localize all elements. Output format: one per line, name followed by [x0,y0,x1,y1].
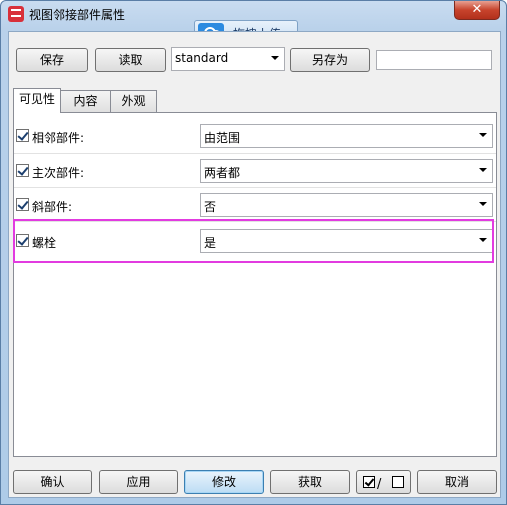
chevron-down-icon [479,133,487,137]
select-value: 两者都 [204,166,241,180]
property-label: 主次部件: [32,166,85,180]
close-button[interactable]: ✕ [454,1,500,20]
save-as-button[interactable]: 另存为 [290,48,370,72]
check-all-icon [363,476,375,488]
dialog-window: 视图邻接部件属性 ✕ 拖拽上传 保存 读取 standard 另存为 可见性 内… [0,0,507,505]
select-value: 是 [204,236,217,250]
close-icon: ✕ [471,2,483,17]
row-divider [14,187,496,188]
property-row: 主次部件: 两者都 [14,157,496,185]
save-as-name-input[interactable] [376,50,492,70]
chevron-down-icon [479,202,487,206]
app-logo-icon [8,6,24,22]
chevron-down-icon [479,168,487,172]
main-secondary-parts-checkbox[interactable] [16,164,29,177]
main-secondary-parts-select[interactable]: 两者都 [200,159,493,183]
row-divider [14,221,496,222]
row-divider [14,153,496,154]
cancel-button[interactable]: 取消 [417,470,497,494]
ok-button[interactable]: 确认 [13,470,92,494]
adjacent-parts-checkbox[interactable] [16,129,29,142]
preset-select-value: standard [175,51,229,65]
chevron-down-icon [271,56,279,60]
property-label: 螺栓 [32,236,57,250]
property-row: 螺栓 是 [14,227,496,255]
oblique-parts-select[interactable]: 否 [200,193,493,217]
toggle-all-button[interactable]: / [356,470,411,494]
chevron-down-icon [479,238,487,242]
select-value: 由范围 [204,131,241,145]
tab-visibility[interactable]: 可见性 [13,88,61,113]
oblique-parts-checkbox[interactable] [16,198,29,211]
apply-button[interactable]: 应用 [99,470,178,494]
modify-button[interactable]: 修改 [184,470,264,494]
visibility-panel: 相邻部件: 由范围 主次部件: 两者都 斜部件: 否 螺栓 是 [13,112,497,457]
get-button[interactable]: 获取 [270,470,350,494]
bolts-checkbox[interactable] [16,234,29,247]
save-button[interactable]: 保存 [16,48,88,72]
toggle-slash: / [377,477,382,492]
property-row: 相邻部件: 由范围 [14,122,496,150]
tab-content[interactable]: 内容 [60,90,111,112]
tab-appearance[interactable]: 外观 [110,90,157,112]
adjacent-parts-select[interactable]: 由范围 [200,124,493,148]
bolts-select[interactable]: 是 [200,229,493,253]
property-label: 相邻部件: [32,131,85,145]
select-value: 否 [204,200,217,214]
window-title: 视图邻接部件属性 [29,8,126,22]
property-row: 斜部件: 否 [14,191,496,219]
property-label: 斜部件: [32,200,73,214]
preset-select[interactable]: standard [171,47,285,71]
load-button[interactable]: 读取 [95,48,166,72]
uncheck-all-icon [392,476,404,488]
